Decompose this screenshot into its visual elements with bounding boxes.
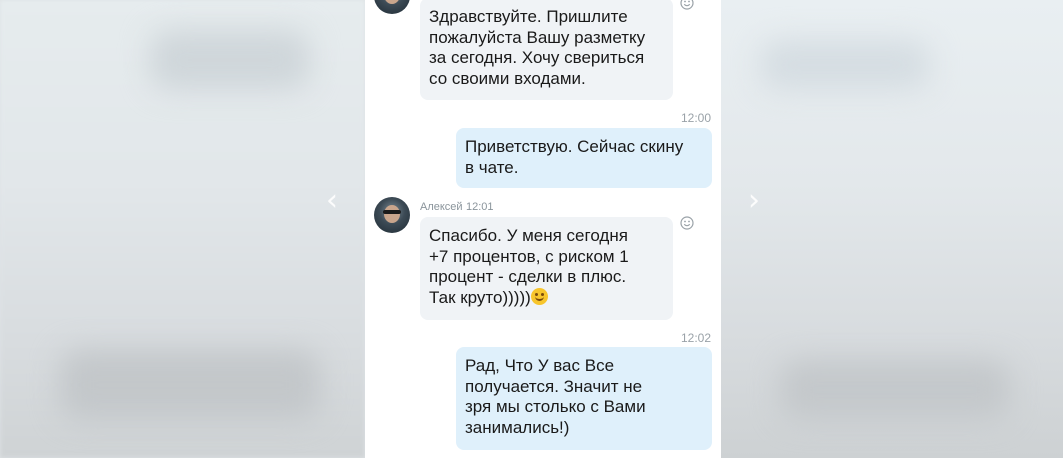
message-bubble-incoming[interactable]: Спасибо. У меня сегодня +7 процентов, с … <box>420 217 673 320</box>
message-timestamp: 12:00 <box>681 111 712 125</box>
chevron-right-icon[interactable]: › <box>744 186 764 216</box>
smile-reaction-icon[interactable] <box>680 216 694 230</box>
blur-shape <box>150 30 310 90</box>
blur-shape <box>780 360 1010 420</box>
smiling-face-emoji <box>530 287 548 305</box>
message-bubble-outgoing[interactable]: Приветствую. Сейчас скину в чате. <box>456 128 712 188</box>
blur-shape <box>60 350 320 420</box>
chevron-left-icon[interactable]: ‹ <box>322 186 342 216</box>
smile-reaction-icon[interactable] <box>680 0 694 10</box>
message-timestamp: 12:01 <box>466 201 494 213</box>
message-text: Спасибо. У меня сегодня +7 процентов, с … <box>429 226 629 307</box>
avatar[interactable] <box>374 0 410 14</box>
message-bubble-incoming[interactable]: Здравствуйте. Пришлите пожалуйста Вашу р… <box>420 0 673 100</box>
avatar[interactable] <box>374 197 410 233</box>
message-bubble-outgoing[interactable]: Рад, Что У вас Все получается. Значит не… <box>456 347 712 450</box>
message-timestamp: 12:02 <box>681 331 712 345</box>
chat-screenshot: Здравствуйте. Пришлите пожалуйста Вашу р… <box>365 0 721 458</box>
blur-shape <box>760 40 930 90</box>
sender-name: Алексей <box>420 201 463 213</box>
